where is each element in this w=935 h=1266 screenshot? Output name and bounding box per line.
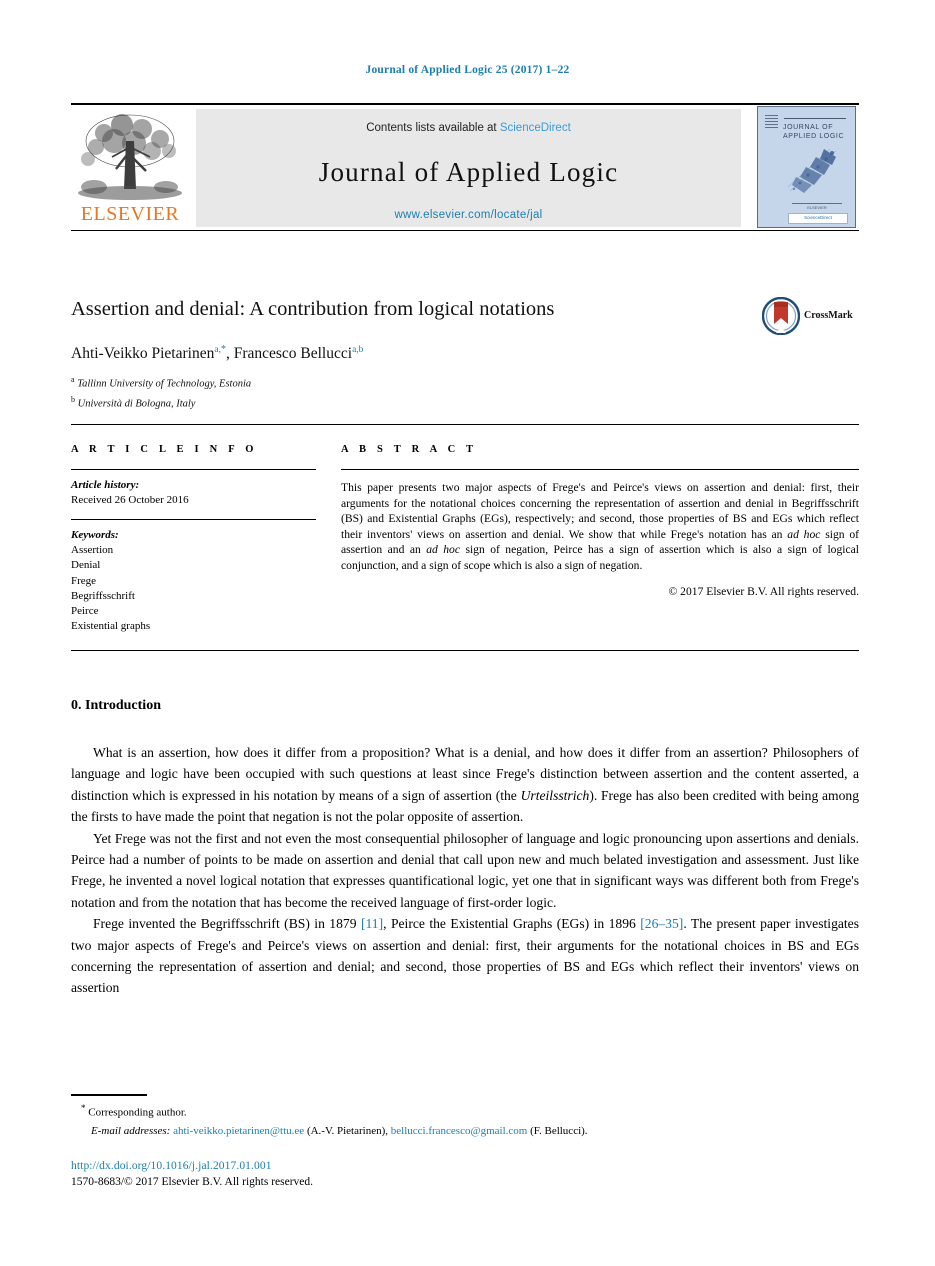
corresponding-author-text: Corresponding author.: [85, 1106, 187, 1119]
info-section-top-rule: [71, 424, 859, 425]
citation-link-11[interactable]: [11]: [361, 916, 383, 931]
contents-prefix: Contents lists available at: [366, 122, 500, 134]
info-section-bottom-rule: [71, 650, 859, 651]
paragraph-2: Yet Frege was not the first and not even…: [71, 830, 859, 910]
keywords-list: Keywords: Assertion Denial Frege Begriff…: [71, 528, 316, 634]
corresponding-author-note: * Corresponding author.: [71, 1100, 859, 1121]
citation-link-26-35[interactable]: [26–35]: [640, 916, 683, 931]
email-link-2[interactable]: bellucci.francesco@gmail.com: [391, 1125, 528, 1137]
doi-link[interactable]: http://dx.doi.org/10.1016/j.jal.2017.01.…: [71, 1160, 272, 1172]
crossmark-icon[interactable]: [762, 297, 800, 335]
footnote-rule: [71, 1094, 147, 1096]
affiliation-item: a Tallinn University of Technology, Esto…: [71, 372, 771, 392]
section-heading-introduction: 0. Introduction: [71, 698, 161, 713]
cover-artwork: [787, 148, 837, 193]
crossmark-badge-group[interactable]: CrossMark: [762, 297, 856, 337]
keyword-item: Assertion: [71, 544, 114, 557]
elsevier-logo: ELSEVIER: [74, 111, 186, 227]
cover-publisher-mark: [765, 115, 778, 130]
article-history-label: Article history:: [71, 479, 140, 491]
elsevier-wordmark: ELSEVIER: [80, 203, 180, 225]
journal-masthead: ELSEVIER Contents lists available at Sci…: [71, 103, 859, 233]
keyword-item: Denial: [71, 559, 101, 572]
keyword-item: Peirce: [71, 605, 99, 618]
paragraph-1-italic: Urteilsstrich: [520, 787, 590, 803]
abstract-copyright: © 2017 Elsevier B.V. All rights reserved…: [668, 584, 859, 598]
contents-available-line: Contents lists available at ScienceDirec…: [196, 122, 741, 134]
masthead-top-rule: [71, 103, 859, 105]
author-name-1: Ahti-Veikko Pietarinen: [71, 345, 215, 363]
author-name-2: Francesco Bellucci: [233, 345, 353, 363]
author-separator: ,: [225, 345, 234, 363]
affiliation-text-a: Tallinn University of Technology, Estoni…: [77, 378, 252, 390]
paper-page: Journal of Applied Logic 25 (2017) 1–22: [0, 0, 935, 1266]
keyword-item: Frege: [71, 574, 97, 587]
keyword-item: Existential graphs: [71, 620, 151, 633]
article-info-heading: A R T I C L E I N F O: [71, 444, 258, 455]
journal-url-link[interactable]: www.elsevier.com/locate/jal: [196, 209, 741, 221]
affiliation-item: b Università di Bologna, Italy: [71, 392, 771, 412]
elsevier-tree-icon: [78, 114, 182, 200]
affiliation-text-b: Università di Bologna, Italy: [77, 398, 196, 409]
article-history: Article history: Received 26 October 201…: [71, 478, 316, 508]
cover-title-line1: JOURNAL OF: [783, 124, 834, 131]
abstract-italic-1: ad hoc: [787, 527, 821, 541]
article-info-rule: [71, 469, 316, 470]
author-2-affiliation-mark: a,b: [352, 345, 364, 355]
cover-title-line2: APPLIED LOGIC: [783, 133, 845, 140]
title-block: Assertion and denial: A contribution fro…: [71, 296, 859, 409]
paragraph-3-part-a: Frege invented the Begriffsschrift (BS) …: [93, 916, 361, 932]
paragraph-3: Frege invented the Begriffsschrift (BS) …: [71, 913, 859, 999]
email-addresses-note: E-mail addresses: ahti-veikko.pietarinen…: [71, 1123, 859, 1139]
keywords-rule: [71, 519, 316, 520]
page-title: Assertion and denial: A contribution fro…: [71, 298, 555, 320]
email-owner-1: (A.-V. Pietarinen),: [304, 1124, 391, 1137]
cover-top-rule: [784, 118, 846, 119]
cover-badge: ScienceDirect: [788, 213, 848, 224]
issn-copyright-line: 1570-8683/© 2017 Elsevier B.V. All right…: [71, 1176, 314, 1188]
article-info-column: A R T I C L E I N F O Article history: R…: [71, 444, 316, 634]
abstract-heading: A B S T R A C T: [341, 444, 478, 455]
paragraph-3-part-b: , Peirce the Existential Graphs (EGs) in…: [383, 916, 641, 932]
sciencedirect-link[interactable]: ScienceDirect: [500, 122, 571, 134]
abstract-rule: [341, 469, 859, 470]
article-history-value: Received 26 October 2016: [71, 494, 189, 506]
body-text: What is an assertion, how does it differ…: [71, 742, 859, 999]
cover-badge-text: ScienceDirect: [804, 215, 832, 220]
cover-bottom-rule: [792, 203, 842, 204]
cover-footer-text: ELSEVIER: [807, 205, 827, 210]
journal-title: Journal of Applied Logic: [318, 157, 619, 187]
paragraph-1: What is an assertion, how does it differ…: [71, 742, 859, 828]
abstract-text: This paper presents two major aspects of…: [341, 480, 859, 574]
abstract-part-1: This paper presents two major aspects of…: [341, 481, 859, 541]
keyword-item: Begriffsschrift: [71, 589, 135, 602]
crossmark-label: CrossMark: [804, 310, 853, 321]
email-owner-2: (F. Bellucci).: [527, 1124, 588, 1137]
cover-title: JOURNAL OF APPLIED LOGIC: [783, 123, 851, 141]
masthead-center-panel: Contents lists available at ScienceDirec…: [196, 109, 741, 227]
footnote-block: * Corresponding author. E-mail addresses…: [71, 1100, 859, 1139]
author-list: Ahti-Veikko Pietarinena,*, Francesco Bel…: [71, 344, 771, 363]
affiliation-mark-a: a: [71, 375, 75, 384]
running-head: Journal of Applied Logic 25 (2017) 1–22: [365, 64, 570, 76]
author-1-affiliation-mark: a,: [214, 345, 221, 355]
journal-cover-thumbnail: JOURNAL OF APPLIED LOGIC ELSEVIER Scienc…: [757, 106, 856, 228]
email-label: E-mail addresses:: [91, 1124, 171, 1137]
affiliation-mark-b: b: [71, 394, 75, 404]
affiliation-list: a Tallinn University of Technology, Esto…: [71, 372, 771, 411]
keywords-label: Keywords:: [71, 529, 119, 541]
abstract-column: A B S T R A C T This paper presents two …: [341, 444, 859, 598]
abstract-italic-2: ad hoc: [426, 543, 460, 557]
masthead-bottom-rule: [71, 230, 859, 231]
email-link-1[interactable]: ahti-veikko.pietarinen@ttu.ee: [173, 1125, 304, 1137]
